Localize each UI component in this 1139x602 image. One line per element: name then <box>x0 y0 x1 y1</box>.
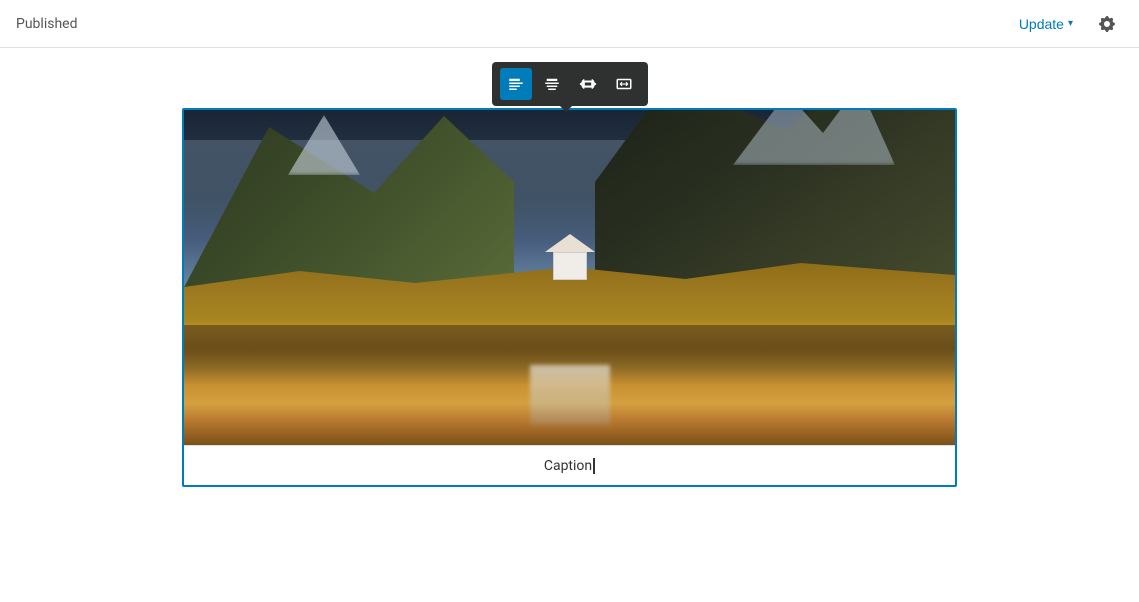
main-content: Caption <box>0 48 1139 602</box>
align-center-button[interactable] <box>536 68 568 100</box>
text-cursor <box>593 458 595 474</box>
image-block: Caption <box>182 108 957 487</box>
image-scene <box>184 110 955 445</box>
full-width-icon <box>615 75 633 93</box>
update-label: Update <box>1019 16 1064 32</box>
top-bar: Published Update ▾ <box>0 0 1139 48</box>
house-body <box>553 252 587 280</box>
align-center-icon <box>543 75 561 93</box>
align-left-icon <box>507 75 525 93</box>
chevron-down-icon: ▾ <box>1068 18 1073 29</box>
house-roof <box>545 234 595 252</box>
image-toolbar <box>492 62 648 106</box>
settings-button[interactable] <box>1091 8 1123 40</box>
image-area[interactable] <box>184 110 955 445</box>
update-button[interactable]: Update ▾ <box>1013 12 1079 36</box>
align-left-button[interactable] <box>500 68 532 100</box>
top-right-actions: Update ▾ <box>1013 8 1123 40</box>
caption-text[interactable]: Caption <box>544 458 592 474</box>
full-width-button[interactable] <box>608 68 640 100</box>
water-layer <box>184 325 955 445</box>
house <box>545 230 595 280</box>
published-status: Published <box>16 16 77 32</box>
wide-width-button[interactable] <box>572 68 604 100</box>
caption-area[interactable]: Caption <box>184 445 955 485</box>
wide-width-icon <box>579 75 597 93</box>
gear-icon <box>1097 14 1117 34</box>
water-reflection <box>530 365 610 425</box>
